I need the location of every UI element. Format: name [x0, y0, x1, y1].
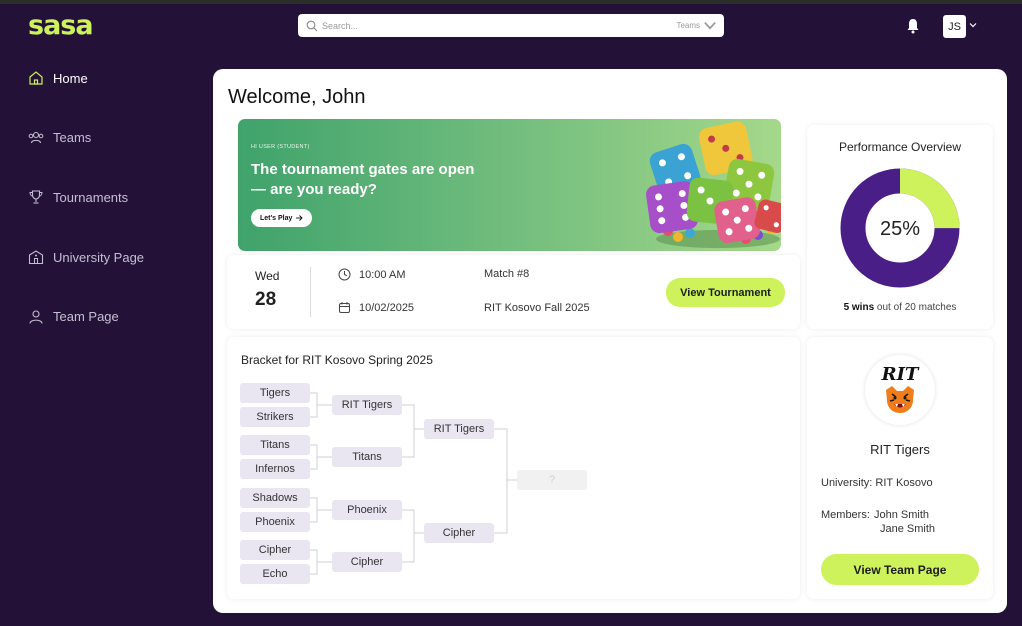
donut-percent-label: 25%	[880, 218, 920, 240]
search-scope-label: Teams	[676, 21, 700, 30]
bracket-team-r2-4[interactable]: Cipher	[332, 552, 402, 572]
sidebar-item-tournaments[interactable]: Tournaments	[28, 187, 144, 207]
arrow-right-icon	[296, 215, 304, 221]
team-members-label: Members:	[821, 509, 870, 521]
bracket-team-r1-8[interactable]: Echo	[240, 564, 310, 584]
sidebar-item-teams[interactable]: Teams	[28, 128, 144, 148]
bracket-team-r1-1[interactable]: Tigers	[240, 383, 310, 403]
main-panel: Welcome, John HI USER (STUDENT) The tour…	[213, 69, 1007, 613]
sidebar-item-home[interactable]: Home	[28, 68, 144, 88]
home-icon	[29, 71, 43, 85]
bracket-team-r2-2[interactable]: Titans	[332, 447, 402, 467]
bracket-team-r1-5[interactable]: Shadows	[240, 488, 310, 508]
sidebar-item-label: Tournaments	[53, 189, 129, 205]
match-time: 10:00 AM	[338, 268, 405, 281]
users-icon	[28, 131, 44, 143]
sidebar-item-university-page[interactable]: University Page	[28, 247, 144, 267]
clock-icon	[338, 268, 351, 281]
performance-title: Performance Overview	[838, 140, 962, 154]
sidebar-item-label: University Page	[53, 249, 145, 265]
bracket-team-r1-7[interactable]: Cipher	[240, 540, 310, 560]
bracket-team-r1-4[interactable]: Infernos	[240, 459, 310, 479]
performance-donut-chart: 25%	[840, 168, 960, 288]
match-time-value: 10:00 AM	[359, 268, 406, 281]
performance-total: out of 20 matches	[876, 302, 957, 313]
match-date: 10/02/2025	[338, 301, 414, 314]
building-icon	[28, 250, 44, 265]
calendar-icon	[339, 302, 350, 313]
team-name: RIT Tigers	[870, 442, 930, 457]
team-logo-text: RIT	[881, 364, 919, 385]
app-logo[interactable]: sasa	[28, 10, 94, 41]
bracket-card: Bracket for RIT Kosovo Spring 2025 Tiger…	[227, 337, 800, 599]
bell-icon[interactable]	[906, 18, 920, 34]
match-tournament-name: RIT Kosovo Fall 2025	[484, 302, 590, 314]
avatar[interactable]: JS	[943, 15, 966, 38]
performance-summary: 5 wins out of 20 matches	[807, 302, 993, 313]
page-title: Welcome, John	[228, 86, 366, 108]
bracket-team-r1-6[interactable]: Phoenix	[240, 512, 310, 532]
search-bar[interactable]: Search... Teams	[298, 14, 724, 37]
dice-illustration	[646, 121, 781, 248]
performance-wins: 5 wins	[843, 302, 875, 313]
bracket-team-r1-3[interactable]: Titans	[240, 435, 310, 455]
search-input[interactable]: Search...	[322, 21, 676, 31]
team-university: University: RIT Kosovo	[821, 477, 933, 489]
sidebar-item-label: Teams	[53, 130, 92, 146]
search-scope-dropdown[interactable]: Teams	[676, 20, 716, 32]
sidebar: Home Teams Tournaments University Page T…	[28, 68, 144, 366]
sidebar-item-label: Home	[53, 70, 88, 86]
chevron-down-icon	[704, 21, 716, 30]
banner-headline: The tournament gates are open — are you …	[251, 161, 475, 198]
view-tournament-button[interactable]: View Tournament	[666, 278, 785, 307]
team-card: RIT RIT Tigers University: RIT Kosovo Me…	[807, 337, 993, 599]
bracket-team-r2-3[interactable]: Phoenix	[332, 500, 402, 520]
user-icon	[29, 310, 43, 324]
banner-kicker: HI USER (STUDENT)	[251, 144, 310, 150]
team-logo: RIT	[865, 355, 935, 425]
match-number: Match #8	[484, 268, 530, 280]
match-day-number: 28	[255, 289, 277, 310]
chevron-down-icon[interactable]	[969, 21, 977, 29]
search-icon	[306, 20, 318, 31]
promo-banner: HI USER (STUDENT) The tournament gates a…	[238, 119, 781, 251]
bracket-team-r3-2[interactable]: Cipher	[424, 523, 494, 543]
top-strip	[0, 0, 1022, 4]
match-weekday: Wed	[255, 269, 280, 283]
tiger-icon	[886, 386, 914, 413]
trophy-icon	[29, 190, 43, 204]
sidebar-item-label: Team Page	[53, 309, 119, 325]
bracket-final-slot: ?	[517, 470, 587, 490]
performance-card: Performance Overview 25% 5 wins out of 2…	[807, 125, 993, 329]
sidebar-item-team-page[interactable]: Team Page	[28, 307, 144, 327]
upcoming-match-card: Wed 28 10:00 AM 10/02/2025 Match #8 RIT …	[227, 255, 800, 329]
bracket-team-r1-2[interactable]: Strikers	[240, 407, 310, 427]
divider	[310, 267, 311, 317]
bracket-connectors	[310, 392, 517, 575]
team-member: Jane Smith	[880, 523, 936, 535]
lets-play-label: Let's Play	[260, 214, 293, 222]
team-member: John Smith	[874, 509, 930, 521]
view-team-page-button[interactable]: View Team Page	[821, 554, 979, 585]
match-date-value: 10/02/2025	[359, 301, 415, 314]
lets-play-button[interactable]: Let's Play	[251, 209, 313, 227]
bracket-team-r2-1[interactable]: RIT Tigers	[332, 395, 402, 415]
bracket-team-r3-1[interactable]: RIT Tigers	[424, 419, 494, 439]
